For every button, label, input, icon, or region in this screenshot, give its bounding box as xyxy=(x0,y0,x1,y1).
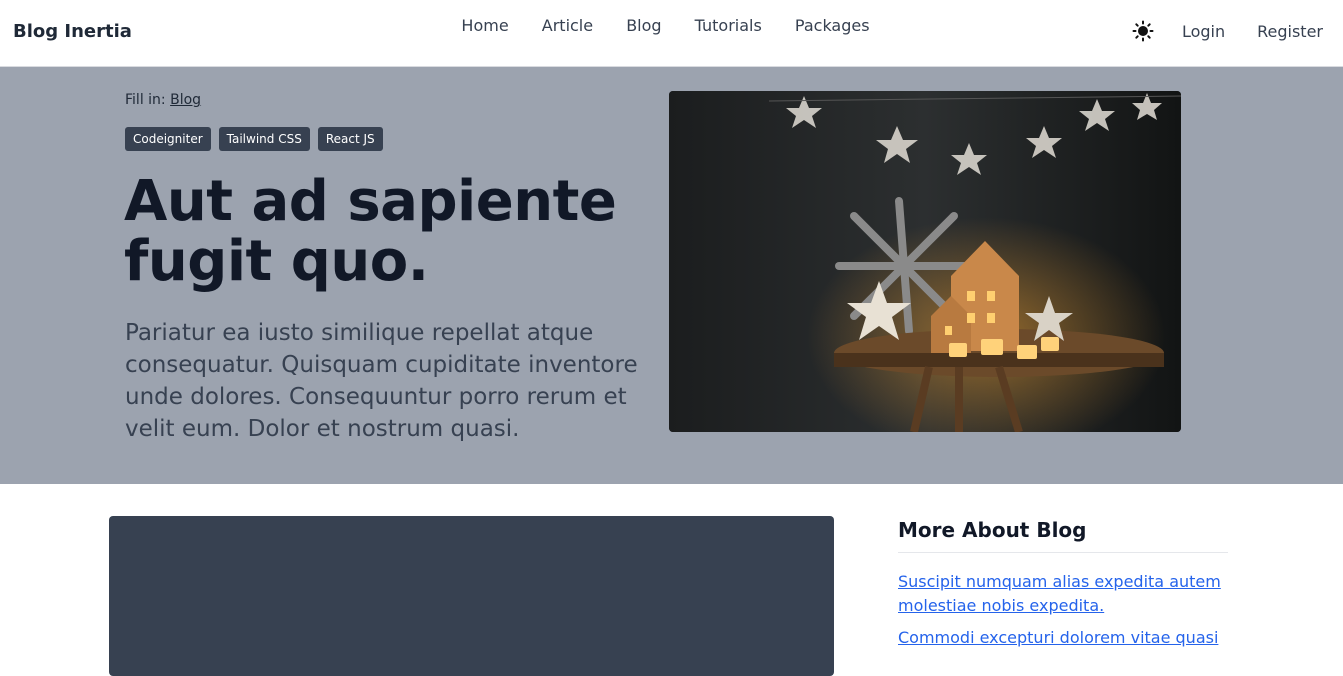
nav-link-home[interactable]: Home xyxy=(461,16,508,35)
nav-link-packages[interactable]: Packages xyxy=(795,16,870,35)
related-article-link[interactable]: Suscipit numquam alias expedita autem mo… xyxy=(898,570,1228,618)
nav-link-article[interactable]: Article xyxy=(542,16,593,35)
login-link[interactable]: Login xyxy=(1182,22,1225,41)
tag-codeigniter[interactable]: Codeigniter xyxy=(125,127,211,151)
register-link[interactable]: Register xyxy=(1257,22,1323,41)
sidebar-title: More About Blog xyxy=(898,518,1087,542)
navbar: Blog Inertia Home Article Blog Tutorials… xyxy=(0,0,1343,67)
category-breadcrumb: Fill in: Blog xyxy=(125,92,201,108)
nav-link-tutorials[interactable]: Tutorials xyxy=(695,16,762,35)
featured-media xyxy=(109,516,834,676)
sidebar-divider xyxy=(898,552,1228,553)
related-articles-list: Suscipit numquam alias expedita autem mo… xyxy=(898,570,1228,658)
hero-section: Fill in: Blog Codeigniter Tailwind CSS R… xyxy=(0,67,1343,484)
tag-react-js[interactable]: React JS xyxy=(317,127,383,151)
nav-link-blog[interactable]: Blog xyxy=(626,16,661,35)
nav-actions: Login Register xyxy=(1132,20,1323,42)
tag-list: Codeigniter Tailwind CSS React JS xyxy=(125,127,391,151)
sun-icon[interactable] xyxy=(1132,20,1154,42)
related-article-link[interactable]: Commodi excepturi dolorem vitae quasi xyxy=(898,626,1228,650)
tag-tailwind-css[interactable]: Tailwind CSS xyxy=(218,127,310,151)
article-title: Aut ad sapiente fugit quo. xyxy=(124,169,617,294)
hero-image xyxy=(669,91,1181,432)
category-link[interactable]: Blog xyxy=(170,92,201,108)
fill-in-label: Fill in: xyxy=(125,92,166,108)
article-description: Pariatur ea iusto similique repellat atq… xyxy=(125,320,638,442)
